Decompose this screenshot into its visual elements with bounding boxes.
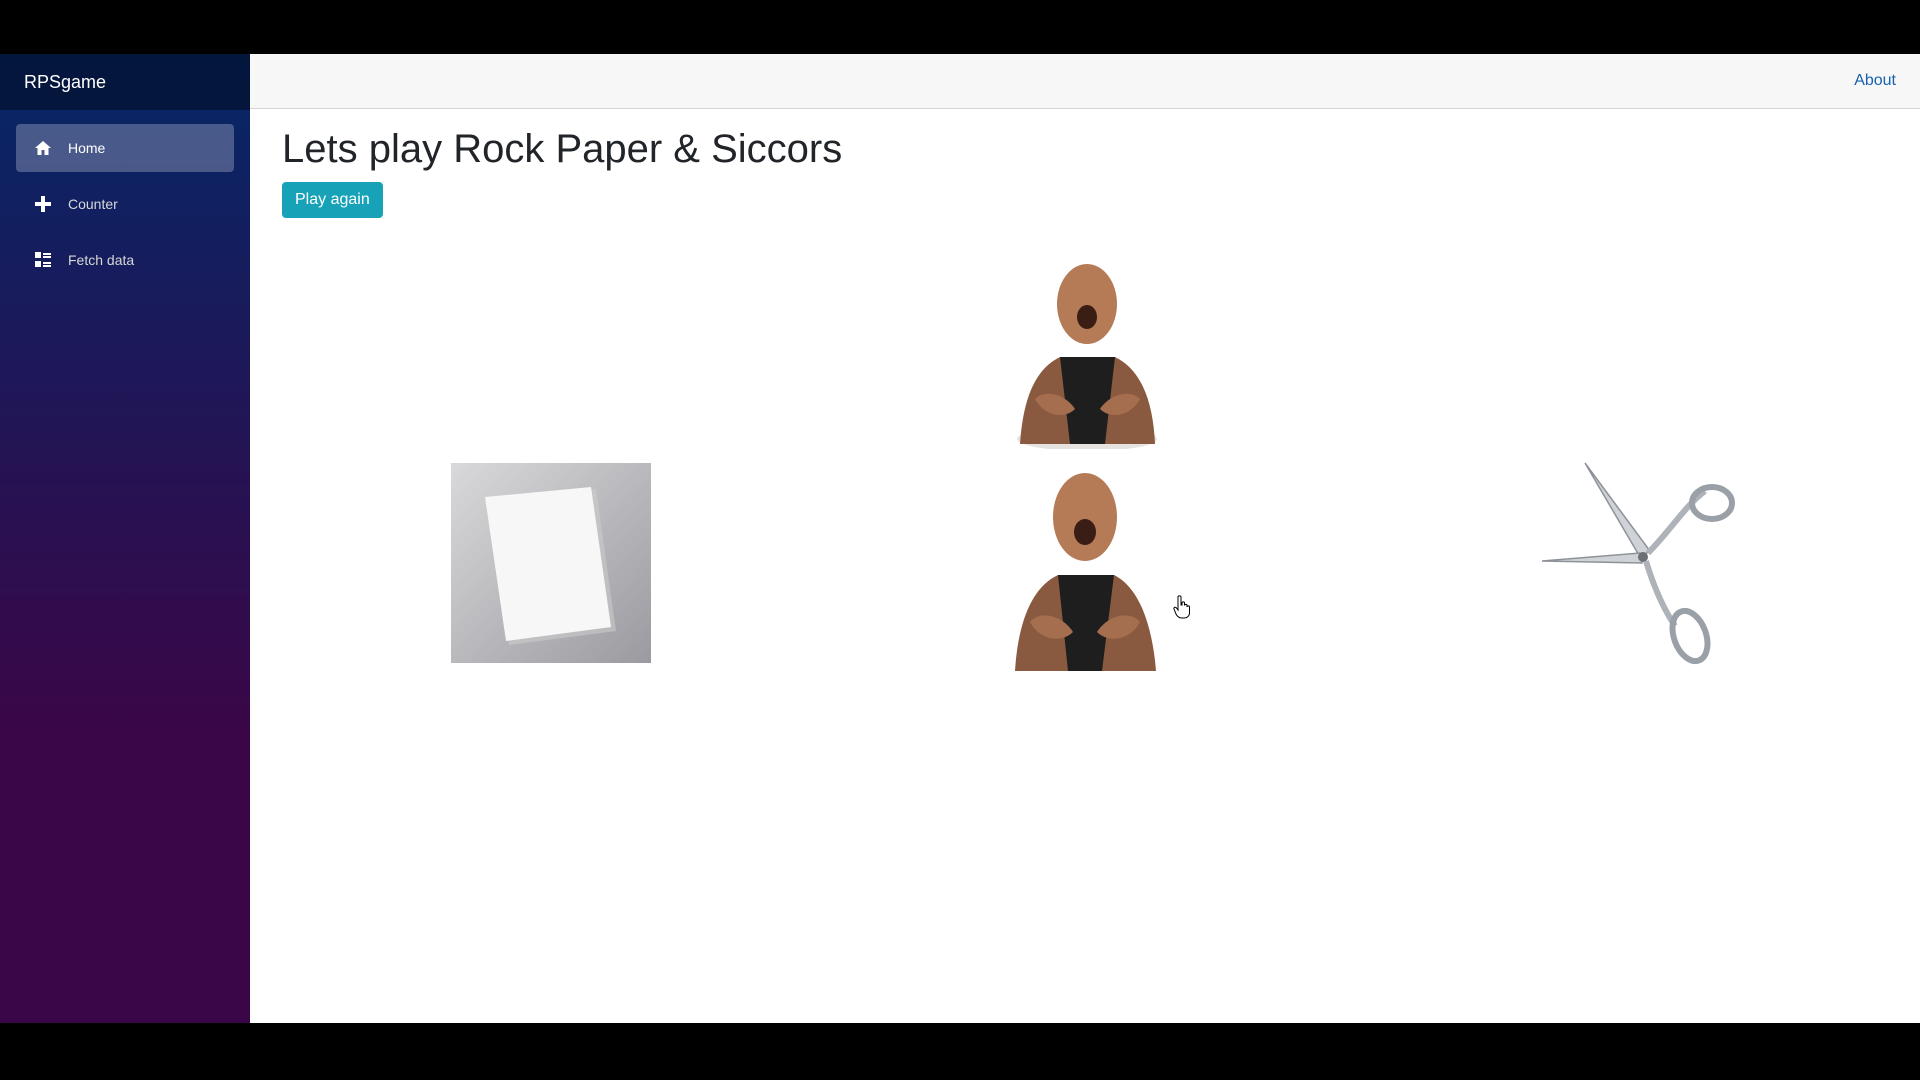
sidebar-item-fetch-data[interactable]: Fetch data <box>16 236 234 284</box>
play-again-button[interactable]: Play again <box>282 182 383 218</box>
page-title: Lets play Rock Paper & Siccors <box>282 127 843 171</box>
sidebar-item-home[interactable]: Home <box>16 124 234 172</box>
rock-choice-image[interactable] <box>1010 457 1160 673</box>
home-icon <box>32 137 54 159</box>
screen-top-bar <box>0 0 1920 54</box>
computer-choice-rock-image <box>1015 249 1160 451</box>
content: Lets play Rock Paper & Siccors Play agai… <box>250 109 1920 1023</box>
about-link[interactable]: About <box>1854 72 1896 90</box>
paper-choice-image[interactable] <box>451 463 651 663</box>
sidebar-item-counter[interactable]: Counter <box>16 180 234 228</box>
sidebar-item-label: Fetch data <box>68 252 135 268</box>
sidebar-item-label: Counter <box>68 196 118 212</box>
brand[interactable]: RPSgame <box>0 54 250 110</box>
plus-icon <box>32 193 54 215</box>
sidebar-item-label: Home <box>68 140 106 156</box>
main-area: About Lets play Rock Paper & Siccors Pla… <box>250 54 1920 1023</box>
scissors-choice-image[interactable] <box>1540 461 1740 666</box>
hand-cursor-icon <box>1173 595 1191 624</box>
nav-menu: Home Counter Fetch data <box>0 110 250 284</box>
app-window: RPSgame Home Counter Fetch data About Le… <box>0 54 1920 1023</box>
sidebar: RPSgame Home Counter Fetch data <box>0 54 250 1023</box>
screen-bottom-bar <box>0 1023 1920 1080</box>
top-row: About <box>250 54 1920 109</box>
list-rich-icon <box>32 249 54 271</box>
